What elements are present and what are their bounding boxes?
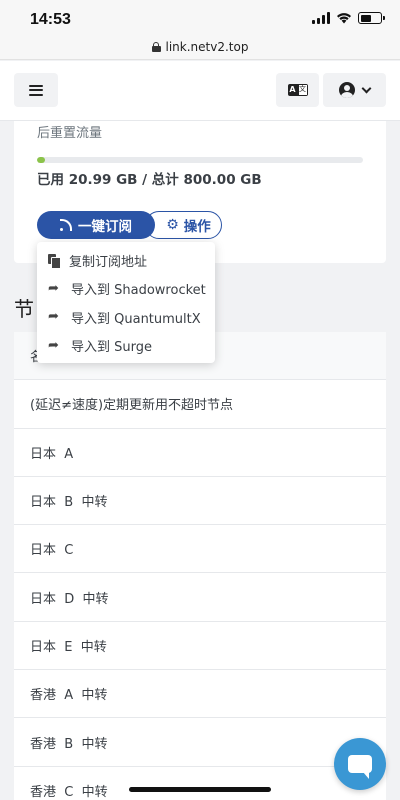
user-circle-icon [339,82,355,98]
status-bar: 14:53 [0,0,400,34]
actions-button[interactable]: ⚙ 操作 [145,211,222,239]
traffic-progress-fill [37,157,46,163]
app-header: A文 [0,61,400,121]
reset-traffic-text: 后重置流量 [37,126,103,141]
traffic-usage-text: 已用 20.99 GB / 总计 800.00 GB [37,172,262,188]
menu-item-label: 导入到 Shadowrocket [71,283,206,299]
address-bar[interactable]: link.netv2.top [0,34,400,60]
node-row[interactable]: 香港 C 中转 [14,766,386,800]
share-icon: ➦ [48,337,59,353]
node-name: (延迟≠速度)定期更新用不超时节点 [30,398,234,414]
traffic-progress-bar [37,157,363,163]
node-row[interactable]: 香港 A 中转 [14,670,386,719]
chat-support-button[interactable] [334,738,386,790]
node-name: 日本 E 中转 [30,639,107,655]
actions-label: 操作 [183,219,211,235]
node-row[interactable]: 日本 C [14,525,386,574]
menu-item-import-surge[interactable]: ➦ 导入到 Surge [37,332,215,361]
node-name: 日本 A [30,446,74,462]
node-name: 日本 B 中转 [30,495,108,511]
copy-icon [48,253,61,269]
node-name: 香港 A 中转 [30,688,108,704]
rss-icon [60,219,72,231]
subscribe-dropdown-menu: 复制订阅地址 ➦ 导入到 Shadowrocket ➦ 导入到 Quantumu… [37,242,215,363]
hamburger-icon [29,84,43,96]
subscribe-label: 一键订阅 [78,219,132,235]
share-icon: ➦ [48,280,59,296]
node-row[interactable]: (延迟≠速度)定期更新用不超时节点 [14,380,386,429]
home-indicator[interactable] [129,787,271,792]
user-menu-button[interactable] [323,73,386,107]
menu-button[interactable] [14,73,58,107]
page: 14:53 link.netv2.top A 文 后重置流量 已用 20.99 … [0,0,400,800]
menu-item-import-quantumultx[interactable]: ➦ 导入到 QuantumultX [37,303,215,332]
menu-item-copy-subscription-url[interactable]: 复制订阅地址 [37,246,215,275]
menu-item-label: 导入到 Surge [71,340,152,356]
node-row[interactable]: 日本 E 中转 [14,621,386,671]
one-click-subscribe-button[interactable]: 一键订阅 [37,211,155,239]
nodes-section-title: 节 [14,297,34,321]
node-name: 香港 C 中转 [30,784,108,800]
gear-icon: ⚙ [166,217,179,233]
status-time: 14:53 [30,11,71,28]
node-name: 香港 B 中转 [30,736,108,752]
chat-icon [348,755,372,779]
node-row[interactable]: 香港 B 中转 [14,718,386,767]
translate-icon: A文 [287,84,308,96]
node-list: 名 (延迟≠速度)定期更新用不超时节点 日本 A 日本 B 中转 日本 C 日本… [14,332,386,800]
node-row[interactable]: 日本 B 中转 [14,476,386,526]
status-icons [312,12,385,24]
menu-item-label: 复制订阅地址 [69,254,148,270]
lock-icon [151,41,161,52]
node-row[interactable]: 日本 D 中转 [14,573,386,622]
node-name: 日本 D 中转 [30,591,109,607]
language-button[interactable]: A文 [276,73,319,107]
chevron-down-icon [361,83,372,93]
node-name: 日本 C [30,543,74,559]
menu-item-label: 导入到 QuantumultX [71,311,201,327]
wifi-icon [337,13,351,24]
url-text: link.netv2.top [165,39,249,54]
battery-icon [358,12,385,24]
share-icon: ➦ [48,309,59,325]
node-row[interactable]: 日本 A [14,428,386,477]
menu-item-import-shadowrocket[interactable]: ➦ 导入到 Shadowrocket [37,275,215,304]
cellular-signal-icon [312,12,330,24]
